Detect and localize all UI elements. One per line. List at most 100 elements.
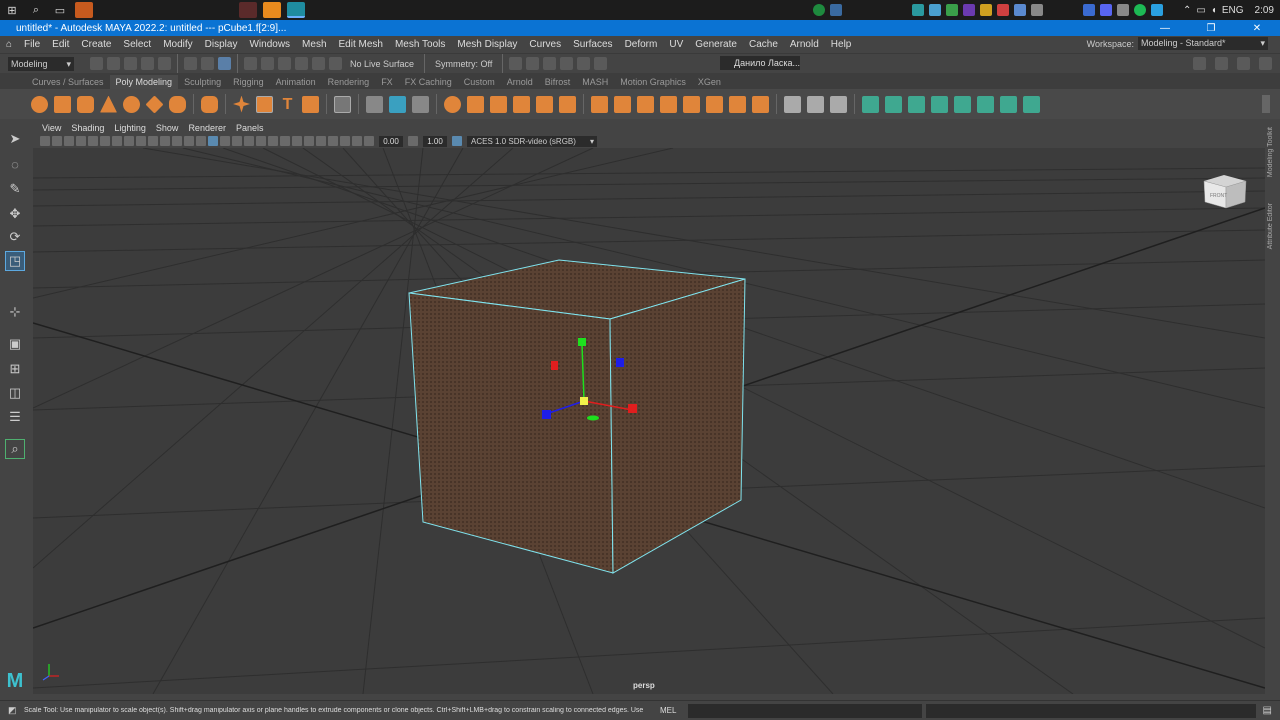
sweep-mesh-icon[interactable]: [256, 95, 273, 113]
viewport-menu-panels[interactable]: Panels: [231, 123, 269, 133]
uv-layout-icon[interactable]: [977, 95, 994, 113]
snap-view-plane-icon[interactable]: [295, 57, 308, 70]
grid-toggle-icon[interactable]: [112, 136, 122, 146]
manip-yz-plane-handle[interactable]: [551, 361, 558, 370]
select-tool-icon[interactable]: ➤: [5, 129, 25, 149]
shelf-tab-fx[interactable]: FX: [375, 75, 399, 89]
viewcube[interactable]: FRONT: [1203, 175, 1247, 209]
tray-app-8-icon[interactable]: [1030, 4, 1043, 16]
snap-curve-icon[interactable]: [261, 57, 274, 70]
wireframe-on-shaded-icon[interactable]: [220, 136, 230, 146]
clock[interactable]: 2:09: [1255, 5, 1274, 16]
uv-cylindrical-icon[interactable]: [885, 95, 902, 113]
scale-tool-icon[interactable]: ◳: [5, 251, 25, 271]
minimize-button[interactable]: —: [1142, 20, 1188, 36]
textured-icon[interactable]: [232, 136, 242, 146]
remesh-icon[interactable]: [490, 95, 507, 113]
shelf-tab-custom[interactable]: Custom: [458, 75, 501, 89]
manip-z-handle[interactable]: [542, 410, 551, 419]
tray-app-7-icon[interactable]: [1013, 4, 1026, 16]
paint-select-tool-icon[interactable]: ✎: [5, 179, 25, 199]
mel-command-input[interactable]: [688, 703, 923, 718]
viewport-persp[interactable]: View Shading Lighting Show Renderer Pane…: [33, 121, 1265, 694]
shelf-tab-sculpting[interactable]: Sculpting: [178, 75, 227, 89]
menu-display[interactable]: Display: [199, 39, 244, 50]
manip-xz-plane-handle[interactable]: [587, 415, 599, 421]
menu-curves[interactable]: Curves: [523, 39, 567, 50]
svg-tool-icon[interactable]: [302, 95, 319, 113]
color-space-dropdown[interactable]: ACES 1.0 SDR-video (sRGB) ▾: [467, 135, 597, 147]
tray-app-4-icon[interactable]: [962, 4, 975, 16]
attribute-editor-tab[interactable]: Attribute Editor: [1267, 203, 1274, 249]
save-scene-icon[interactable]: [124, 57, 137, 70]
manip-center-handle[interactable]: [580, 397, 588, 405]
menu-select[interactable]: Select: [117, 39, 157, 50]
cube-front-face[interactable]: [408, 292, 614, 574]
isolate-select-icon[interactable]: [316, 136, 326, 146]
edge-loop-icon[interactable]: [807, 95, 824, 113]
gamma-icon[interactable]: [408, 136, 418, 146]
collapse-icon[interactable]: [752, 95, 769, 113]
shelf-tab-bifrost[interactable]: Bifrost: [539, 75, 577, 89]
open-scene-icon[interactable]: [107, 57, 120, 70]
film-gate-icon[interactable]: [124, 136, 134, 146]
search-tool-icon[interactable]: ⌕: [5, 439, 25, 459]
menu-deform[interactable]: Deform: [619, 39, 664, 50]
app-tray-icon[interactable]: [829, 4, 842, 16]
menu-edit[interactable]: Edit: [46, 39, 75, 50]
tray-app-2-icon[interactable]: [928, 4, 941, 16]
discord-icon[interactable]: [1099, 4, 1112, 16]
hypershade-icon[interactable]: [560, 57, 574, 70]
single-perspective-layout-icon[interactable]: ▣: [5, 334, 25, 354]
channel-box-icon[interactable]: [1259, 57, 1272, 70]
menu-mesh-tools[interactable]: Mesh Tools: [389, 39, 451, 50]
menu-uv[interactable]: UV: [663, 39, 689, 50]
poly-cube-icon[interactable]: [54, 95, 71, 113]
mel-toggle[interactable]: MEL: [660, 706, 676, 715]
four-view-layout-icon[interactable]: ⊞: [5, 359, 25, 379]
close-button[interactable]: ✕: [1234, 20, 1280, 36]
uv-sew-icon[interactable]: [1023, 95, 1040, 113]
user-account-dropdown[interactable]: Данило Ласка...: [720, 56, 800, 70]
viewcube-front-label[interactable]: FRONT: [1210, 193, 1227, 199]
search-icon[interactable]: ⌕: [28, 2, 44, 18]
outliner-layout-icon[interactable]: ☰: [5, 407, 25, 427]
workspace-dropdown[interactable]: Modeling - Standard* ▾: [1138, 37, 1268, 50]
motion-blur-icon[interactable]: [280, 136, 290, 146]
shelf-tab-rendering[interactable]: Rendering: [322, 75, 376, 89]
poly-plane-icon[interactable]: [145, 94, 164, 114]
viewport-menu-view[interactable]: View: [37, 123, 66, 133]
folder-icon[interactable]: [263, 2, 281, 18]
tool-settings-icon[interactable]: [1237, 57, 1250, 70]
retopo-icon[interactable]: [513, 95, 530, 113]
new-scene-icon[interactable]: [90, 57, 103, 70]
shelf-tab-curves-surfaces[interactable]: Curves / Surfaces: [26, 75, 110, 89]
gamma-field[interactable]: 1.00: [423, 135, 447, 147]
arnold-render-view-icon[interactable]: [577, 57, 591, 70]
select-object-icon[interactable]: [201, 57, 214, 70]
shelf-tab-arnold[interactable]: Arnold: [501, 75, 539, 89]
extract-icon[interactable]: [536, 95, 553, 113]
poly-disc-icon[interactable]: [169, 95, 186, 113]
wedge-icon[interactable]: [683, 95, 700, 113]
menu-arnold[interactable]: Arnold: [784, 39, 825, 50]
combine-icon[interactable]: [366, 95, 383, 113]
manip-x-handle[interactable]: [628, 404, 637, 413]
fill-hole-icon[interactable]: [559, 95, 576, 113]
exposure-icon[interactable]: [364, 136, 374, 146]
menu-edit-mesh[interactable]: Edit Mesh: [333, 39, 389, 50]
poly-cylinder-icon[interactable]: [77, 95, 94, 113]
shelf-tab-animation[interactable]: Animation: [270, 75, 322, 89]
xray-icon[interactable]: [328, 136, 338, 146]
uv-unfold-icon[interactable]: [954, 95, 971, 113]
depth-of-field-icon[interactable]: [304, 136, 314, 146]
smooth-shade-icon[interactable]: [208, 136, 218, 146]
live-surface-label[interactable]: No Live Surface: [350, 59, 414, 69]
home-icon[interactable]: ⌂: [0, 39, 18, 50]
platonic-solid-icon[interactable]: [201, 95, 218, 113]
menu-help[interactable]: Help: [825, 39, 858, 50]
field-chart-icon[interactable]: [160, 136, 170, 146]
modeling-toolkit-tab[interactable]: Modeling Toolkit: [1267, 127, 1274, 177]
uv-cut-icon[interactable]: [1000, 95, 1017, 113]
uv-spherical-icon[interactable]: [908, 95, 925, 113]
